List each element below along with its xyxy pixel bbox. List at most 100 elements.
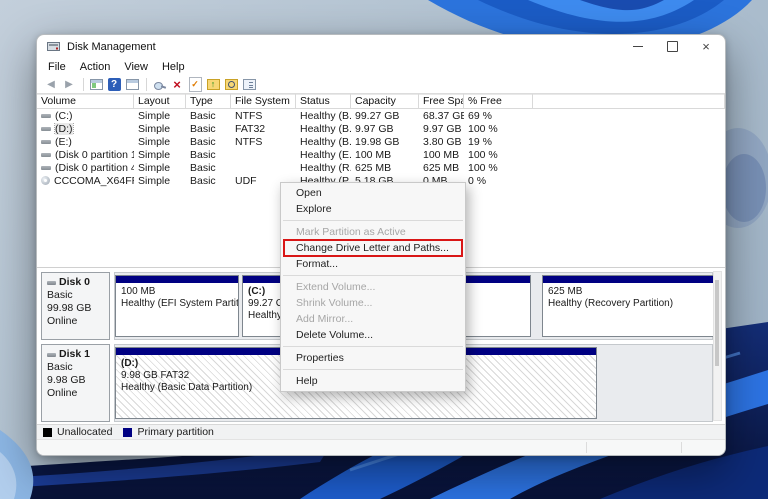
status-divider [681,442,682,453]
cell-status: Healthy (R... [300,161,351,174]
action-pane-icon[interactable] [124,77,140,92]
menu-item-extend-volume: Extend Volume... [296,281,376,293]
primary-partition-swatch [123,427,133,437]
table-row[interactable]: (C:) Simple Basic NTFS Healthy (B... 99.… [37,109,725,122]
unallocated-swatch [43,427,52,437]
disk-1-label[interactable]: Disk 1 Basic 9.98 GB Online [41,344,110,422]
cell-pct: 19 % [468,135,492,148]
menu-bar: File Action View Help [37,58,725,75]
cell-capacity: 19.98 GB [355,135,400,148]
open-folder-icon[interactable]: ↑ [205,77,221,92]
cell-free: 100 MB [423,148,460,161]
menu-item-explore[interactable]: Explore [281,201,465,217]
partition-recovery[interactable]: 625 MB Healthy (Recovery Partition) [542,275,714,337]
col-type[interactable]: Type [186,94,231,109]
cell-type: Basic [190,174,216,187]
volume-name: (C:) [55,109,73,122]
help-icon[interactable]: ? [106,77,122,92]
cell-layout: Simple [138,135,171,148]
menu-item-format[interactable]: Format... [281,256,465,272]
col-free-space[interactable]: Free Spa... [419,94,464,109]
table-row[interactable]: (D:) Simple Basic FAT32 Healthy (B... 9.… [37,122,725,135]
table-row[interactable]: (Disk 0 partition 1) Simple Basic Health… [37,148,725,161]
menu-item-delete-volume[interactable]: Delete Volume... [281,327,465,343]
menu-item-properties[interactable]: Properties [281,350,465,366]
cell-pct: 100 % [468,148,498,161]
cell-capacity: 625 MB [355,161,392,174]
cell-pct: 69 % [468,109,492,122]
status-divider [586,442,587,453]
col-status[interactable]: Status [296,94,351,109]
cell-capacity: 100 MB [355,148,392,161]
cell-type: Basic [190,122,216,135]
delete-volume-icon[interactable]: × [169,77,185,92]
disc-icon [41,176,50,185]
partition-e[interactable] [456,275,531,337]
rescan-disks-icon[interactable] [151,77,167,92]
menu-separator [283,220,463,221]
menu-item-open[interactable]: Open [281,185,465,201]
col-capacity[interactable]: Capacity [351,94,419,109]
cell-free: 625 MB [423,161,460,174]
maximize-button[interactable] [655,35,689,58]
back-icon[interactable]: ◀ [43,77,59,92]
disk-status: Online [47,387,78,399]
cell-fs: NTFS [235,135,263,148]
cell-fs: FAT32 [235,122,266,135]
col-layout[interactable]: Layout [134,94,186,109]
cell-capacity: 9.97 GB [355,122,394,135]
table-row[interactable]: (E:) Simple Basic NTFS Healthy (B... 19.… [37,135,725,148]
col-pct-free[interactable]: % Free [464,94,533,109]
volume-name-selected: (D:) [54,122,74,135]
cell-layout: Simple [138,174,171,187]
partition-color-strip [116,276,238,284]
col-file-system[interactable]: File System [231,94,296,109]
menu-item-help[interactable]: Help [281,373,465,389]
menu-view[interactable]: View [124,61,148,73]
table-row[interactable]: (Disk 0 partition 4) Simple Basic Health… [37,161,725,174]
volume-name: CCCOMA_X64FRE... [54,174,134,187]
disk-size: 99.98 GB [47,302,92,314]
legend-primary-label: Primary partition [137,426,214,438]
window-title: Disk Management [67,40,156,53]
volume-name: (E:) [55,135,72,148]
console-tree-icon[interactable] [88,77,104,92]
drive-icon [41,126,51,131]
forward-icon[interactable]: ▶ [61,77,77,92]
cell-pct: 0 % [468,174,487,187]
col-volume[interactable]: Volume [37,94,134,109]
mark-active-icon[interactable]: ✓ [187,76,203,92]
disk-0-label[interactable]: Disk 0 Basic 99.98 GB Online [41,272,110,340]
cell-status: Healthy (E... [300,148,351,161]
disk-kind: Basic [47,289,73,301]
menu-separator [283,275,463,276]
disk-size: 9.98 GB [47,374,86,386]
cell-layout: Simple [138,109,171,122]
vertical-scrollbar[interactable] [713,271,722,421]
menu-action[interactable]: Action [80,61,111,73]
status-bar [37,439,725,455]
disk-kind: Basic [47,361,73,373]
disk-icon [47,352,56,357]
cell-pct: 100 % [468,161,498,174]
title-bar[interactable]: Disk Management × [37,35,725,58]
legend-bar: Unallocated Primary partition [37,424,725,439]
cell-layout: Simple [138,161,171,174]
volume-name: (Disk 0 partition 4) [55,161,134,174]
scrollbar-thumb[interactable] [715,280,719,366]
menu-file[interactable]: File [48,61,66,73]
menu-item-change-drive-letter[interactable]: Change Drive Letter and Paths... [281,239,465,257]
partition-efi[interactable]: 100 MB Healthy (EFI System Partition) [115,275,239,337]
close-button[interactable]: × [689,35,723,58]
menu-item-shrink-volume: Shrink Volume... [296,297,373,309]
properties-icon[interactable] [241,77,257,92]
menu-item-mark-partition-active: Mark Partition as Active [296,226,406,238]
menu-help[interactable]: Help [162,61,185,73]
menu-item-add-mirror: Add Mirror... [296,313,354,325]
explore-folder-icon[interactable] [223,77,239,92]
menu-separator [283,346,463,347]
cell-pct: 100 % [468,122,498,135]
cell-free: 9.97 GB [423,122,462,135]
cell-type: Basic [190,109,216,122]
minimize-button[interactable] [621,35,655,58]
